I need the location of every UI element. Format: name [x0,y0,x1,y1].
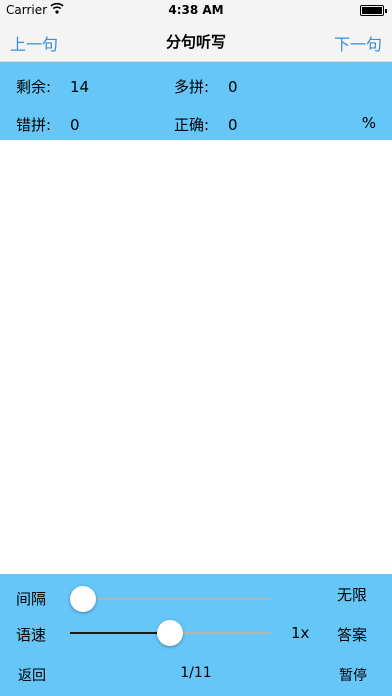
nav-bar: 上一句 分句听写 下一句 [0,20,392,62]
dictation-area[interactable] [0,140,392,574]
answer-button[interactable]: 答案 [337,624,367,645]
stat-extra-label: 多拼: [174,78,210,96]
stat-wrong-label: 错拼: [16,116,52,134]
status-bar: Carrier 4:38 AM [0,0,392,20]
stat-remaining-label: 剩余: [16,78,52,96]
stats-panel: 剩余: 14 多拼: 0 错拼: 0 正确: 0 % [0,62,392,140]
speed-label: 语速 [16,626,47,644]
battery-icon [360,5,387,16]
next-sentence-button[interactable]: 下一句 [334,31,382,55]
interval-label: 间隔 [16,590,47,608]
page-indicator: 1/11 [180,665,212,681]
stat-percent: % [361,114,376,132]
interval-value: 无限 [337,586,368,604]
stat-extra-value: 0 [228,78,238,96]
stat-remaining: 剩余: 14 [16,76,89,97]
speed-value: 1x [291,624,310,642]
stat-remaining-value: 14 [70,78,90,96]
interval-slider[interactable] [70,586,270,612]
speed-slider[interactable] [70,620,270,646]
pause-button[interactable]: 暂停 [339,665,367,685]
stat-extra: 多拼: 0 [174,76,238,97]
stat-correct: 正确: 0 [174,114,238,135]
interval-slider-thumb[interactable] [70,586,96,612]
stat-correct-value: 0 [228,116,238,134]
status-time: 4:38 AM [168,3,224,17]
stat-correct-label: 正确: [174,116,210,134]
stat-wrong-value: 0 [70,116,80,134]
stat-wrong: 错拼: 0 [16,114,80,135]
controls-panel: 间隔 无限 语速 1x 答案 返回 1/11 暂停 [0,574,392,696]
speed-slider-thumb[interactable] [157,620,183,646]
